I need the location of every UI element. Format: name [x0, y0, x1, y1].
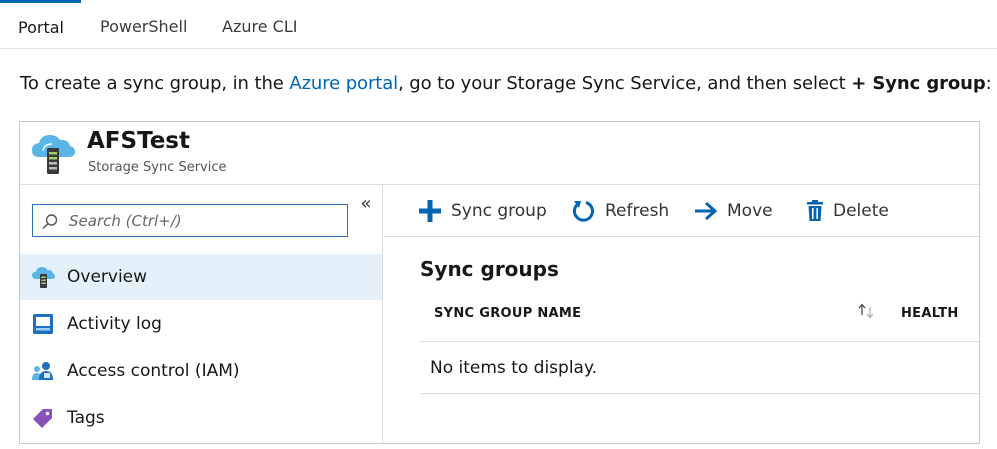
search-input[interactable] [69, 207, 339, 234]
collapse-sidebar-button[interactable]: « [356, 193, 376, 214]
resource-subtitle: Storage Sync Service [88, 160, 227, 175]
refresh-label: Refresh [605, 201, 670, 221]
column-header-sync-group-name[interactable]: SYNC GROUP NAME [434, 306, 581, 321]
intro-text-start: To create a sync group, in the [20, 73, 290, 94]
intro-text-middle: , go to your Storage Sync Service, and t… [398, 73, 852, 94]
access-control-icon [32, 362, 53, 380]
column-header-health[interactable]: HEALTH [901, 306, 959, 321]
sidebar-item-overview[interactable]: Overview [20, 254, 382, 300]
sidebar: « Overview Activity log [20, 185, 383, 443]
main-content: Sync group Refresh Move Delete Sync grou… [384, 185, 979, 443]
empty-state-text: No items to display. [430, 358, 598, 378]
overview-icon [32, 267, 55, 288]
refresh-icon [573, 201, 594, 222]
arrow-right-icon [695, 201, 718, 221]
panel-header: AFSTest Storage Sync Service [20, 122, 979, 185]
sidebar-item-label: Tags [67, 408, 105, 428]
resource-title: AFSTest [87, 128, 190, 154]
storage-sync-service-icon [32, 135, 75, 174]
section-title: Sync groups [420, 257, 559, 281]
azure-portal-link[interactable]: Azure portal [289, 73, 398, 94]
intro-sync-group-emphasis: + Sync group [851, 73, 986, 94]
sidebar-item-tags[interactable]: Tags [20, 395, 382, 441]
plus-icon [419, 200, 441, 222]
table-empty-row: No items to display. [420, 342, 979, 394]
tab-azure-cli[interactable]: Azure CLI [204, 0, 315, 49]
move-label: Move [727, 201, 773, 221]
intro-text-end: : [985, 73, 992, 94]
tab-portal[interactable]: Portal [0, 0, 81, 49]
search-icon [42, 214, 58, 230]
table-header-row: SYNC GROUP NAME HEALTH [420, 292, 979, 342]
command-bar: Sync group Refresh Move Delete [384, 185, 979, 237]
sync-group-label: Sync group [451, 201, 547, 221]
sidebar-item-activity-log[interactable]: Activity log [20, 301, 382, 347]
sidebar-item-access-control[interactable]: Access control (IAM) [20, 348, 382, 394]
tag-icon [33, 409, 52, 428]
activity-log-icon [33, 314, 53, 334]
sort-icon[interactable] [856, 302, 876, 320]
intro-paragraph: To create a sync group, in the Azure por… [20, 73, 992, 94]
tab-powershell[interactable]: PowerShell [82, 0, 205, 49]
search-box[interactable] [32, 204, 348, 237]
tab-bar: Portal PowerShell Azure CLI [0, 0, 997, 49]
sidebar-item-label: Activity log [67, 314, 162, 334]
delete-label: Delete [833, 201, 889, 221]
trash-icon [807, 200, 823, 221]
portal-panel: AFSTest Storage Sync Service « Overview [19, 121, 980, 444]
sidebar-item-label: Access control (IAM) [67, 361, 240, 381]
sidebar-item-label: Overview [67, 267, 148, 287]
